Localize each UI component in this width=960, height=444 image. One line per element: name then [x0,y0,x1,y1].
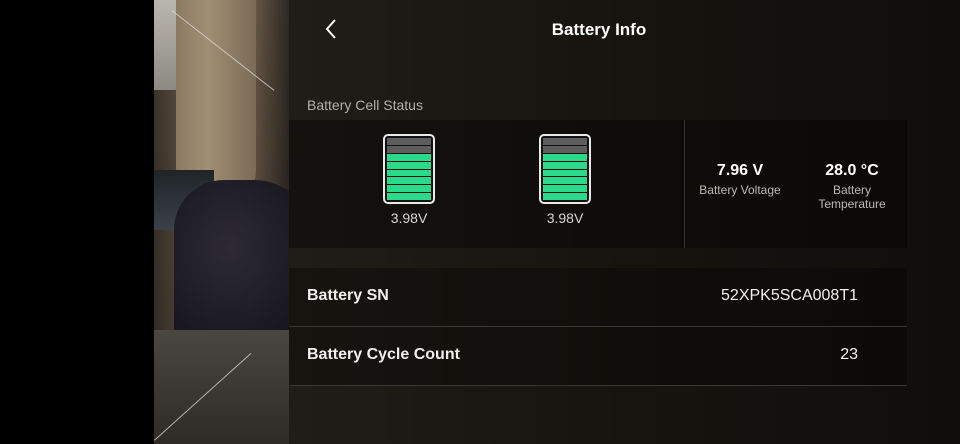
cell-segment-filled [543,177,587,185]
cell-voltage: 3.98V [546,210,584,226]
cell-segment-filled [543,193,587,200]
camera-chair [174,180,289,350]
battery-cell-1: 3.98V [381,134,437,226]
battery-voltage-label: Battery Voltage [699,183,781,197]
cell-segment-filled [543,161,587,169]
battery-sn-value: 52XPK5SCA008T1 [721,287,858,304]
camera-feed [154,0,289,444]
battery-stats-card: 7.96 V Battery Voltage 28.0 °C Battery T… [685,120,907,248]
battery-temperature-label: Battery Temperature [807,183,897,211]
page-title: Battery Info [551,20,647,39]
cell-segment-filled [543,169,587,177]
battery-sn-row: Battery SN 52XPK5SCA008T1 [289,268,907,327]
battery-cell-icon [383,134,435,204]
cell-segment-filled [543,185,587,193]
battery-temperature-value: 28.0 °C [825,162,879,179]
cell-voltage: 3.98V [390,210,428,226]
battery-cell-icon [539,134,591,204]
battery-cell-2: 3.98V [537,134,593,226]
cell-segment-empty [543,145,587,153]
battery-cycle-count-row: Battery Cycle Count 23 [289,327,907,386]
cell-segment-filled [387,177,431,185]
cell-status-card: 3.98V 3.98V [289,120,684,248]
cell-segment-empty [387,138,431,145]
battery-cycle-count-label: Battery Cycle Count [307,346,460,363]
cell-segment-empty [387,145,431,153]
camera-floor [154,330,289,444]
cell-segment-filled [543,153,587,161]
cell-segment-filled [387,169,431,177]
header: Battery Info [289,0,960,60]
battery-temperature-stat: 28.0 °C Battery Temperature [807,162,897,211]
cell-segment-filled [387,193,431,200]
cell-segment-filled [387,185,431,193]
cell-segment-filled [387,161,431,169]
battery-voltage-stat: 7.96 V Battery Voltage [693,162,787,197]
battery-info-panel: Battery Info Battery Cell Status 3.98V 3… [289,0,960,444]
battery-temperature-label-line2: Temperature [818,197,886,211]
battery-temperature-label-line1: Battery [832,183,871,197]
cell-segment-filled [387,153,431,161]
battery-sn-label: Battery SN [307,287,389,304]
cell-status-label: Battery Cell Status [307,97,423,113]
cell-segment-empty [543,138,587,145]
battery-voltage-value: 7.96 V [716,162,764,179]
battery-cycle-count-value: 23 [840,346,858,363]
